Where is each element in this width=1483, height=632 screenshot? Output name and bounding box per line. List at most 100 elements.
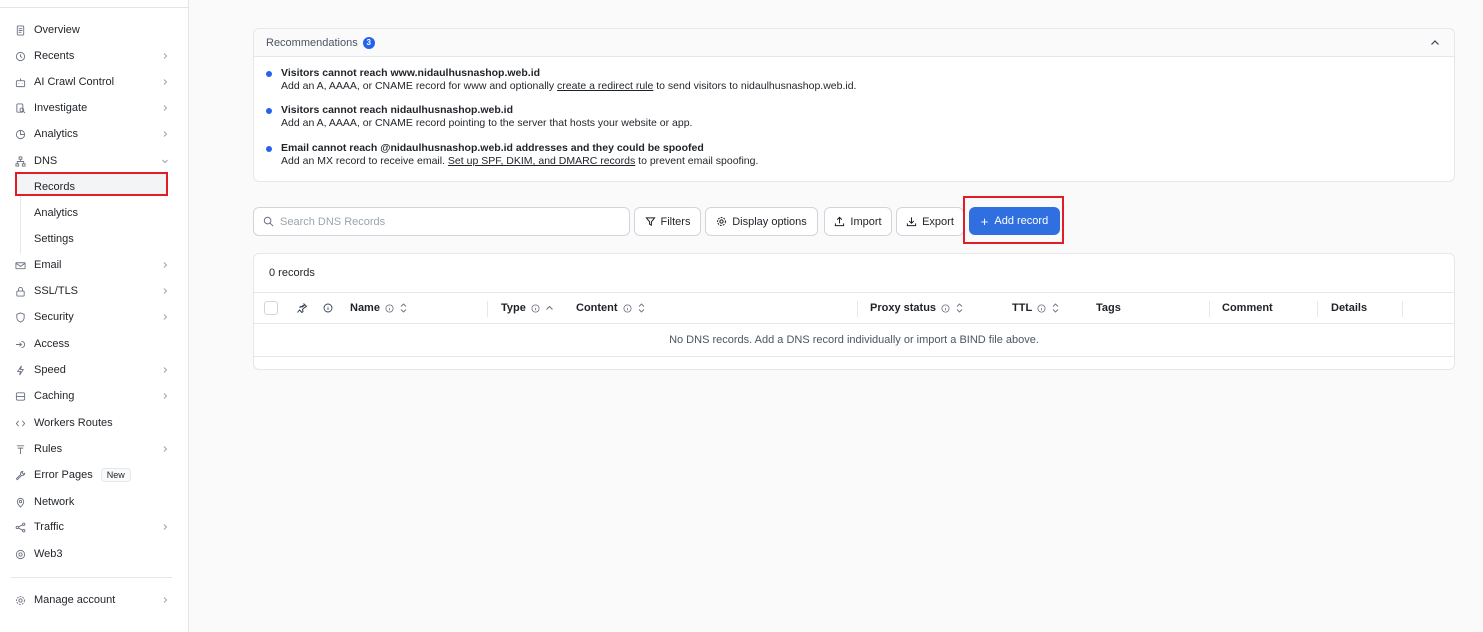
search-input[interactable] xyxy=(280,215,620,228)
sidebar-item-caching[interactable]: Caching xyxy=(10,384,178,408)
sidebar-item-recents[interactable]: Recents xyxy=(10,44,178,68)
sidebar-item-traffic[interactable]: Traffic xyxy=(10,515,178,539)
column-details[interactable]: Details xyxy=(1331,293,1367,323)
chart-icon xyxy=(10,129,30,140)
column-tags[interactable]: Tags xyxy=(1096,293,1121,323)
sidebar-item-email[interactable]: Email xyxy=(10,253,178,277)
import-button[interactable]: Import xyxy=(824,207,892,236)
sidebar-item-manage-account[interactable]: Manage account xyxy=(10,588,178,612)
sidebar-item-overview[interactable]: Overview xyxy=(10,18,178,42)
filters-button[interactable]: Filters xyxy=(634,207,701,236)
sidebar-item-rules[interactable]: Rules xyxy=(10,437,178,461)
export-button[interactable]: Export xyxy=(896,207,964,236)
chevron-right-icon xyxy=(163,262,168,268)
sidebar-item-speed[interactable]: Speed xyxy=(10,358,178,382)
chevron-right-icon xyxy=(163,53,168,59)
search-box[interactable] xyxy=(253,207,630,236)
records-count: 0 records xyxy=(269,267,315,279)
sidebar-item-label: Email xyxy=(34,259,62,271)
sidebar-item-web3[interactable]: Web3 xyxy=(10,542,178,566)
envelope-icon xyxy=(10,260,30,271)
column-label: Comment xyxy=(1222,302,1273,314)
column-content[interactable]: Content xyxy=(576,293,646,323)
info-icon[interactable] xyxy=(323,303,333,313)
description-text: to send visitors to nidaulhusnashop.web.… xyxy=(653,80,857,92)
info-icon xyxy=(531,303,540,313)
column-type[interactable]: Type xyxy=(501,293,554,323)
recommendation-item: Visitors cannot reach www.nidaulhusnasho… xyxy=(266,67,1416,93)
recommendations-header[interactable]: Recommendations 3 xyxy=(254,29,1454,57)
recommendation-title: Email cannot reach @nidaulhusnashop.web.… xyxy=(281,142,704,154)
column-proxy-status[interactable]: Proxy status xyxy=(870,293,964,323)
sidebar-subitem-settings[interactable]: Settings xyxy=(34,228,174,250)
column-ttl[interactable]: TTL xyxy=(1012,293,1060,323)
chevron-right-icon xyxy=(163,524,168,530)
column-separator xyxy=(1317,301,1318,317)
sidebar-item-access[interactable]: Access xyxy=(10,332,178,356)
sidebar-item-workers-routes[interactable]: Workers Routes xyxy=(10,411,178,435)
pin-icon[interactable] xyxy=(296,302,308,314)
wrench-icon xyxy=(10,470,30,481)
column-separator xyxy=(1209,301,1210,317)
dns-records-table: 0 records Name Type Content Proxy status xyxy=(253,253,1455,370)
chevron-right-icon xyxy=(163,79,168,85)
column-separator xyxy=(487,301,488,317)
add-record-label: Add record xyxy=(994,215,1049,227)
chevron-right-icon xyxy=(163,131,168,137)
info-icon xyxy=(941,303,950,313)
select-all-checkbox[interactable] xyxy=(264,301,278,315)
lightning-icon xyxy=(10,365,30,376)
info-icon xyxy=(623,303,632,313)
sidebar-item-label: Analytics xyxy=(34,128,79,140)
column-label: Tags xyxy=(1096,302,1121,314)
sort-icon xyxy=(638,303,644,313)
description-text: Add an A, AAAA, or CNAME record pointing… xyxy=(281,117,693,129)
code-icon xyxy=(10,418,30,429)
setup-spf-dkim-dmarc-link[interactable]: Set up SPF, DKIM, and DMARC records xyxy=(448,155,635,167)
sidebar-item-label: DNS xyxy=(34,155,58,167)
bullet-dot xyxy=(266,71,272,77)
recommendation-description: Add an A, AAAA, or CNAME record pointing… xyxy=(281,117,1416,130)
create-redirect-rule-link[interactable]: create a redirect rule xyxy=(557,80,653,92)
recommendations-title: Recommendations xyxy=(266,36,358,49)
column-label: Name xyxy=(350,302,380,314)
sidebar-item-ai-crawl-control[interactable]: AI Crawl Control xyxy=(10,70,178,94)
recommendation-description: Add an MX record to receive email. Set u… xyxy=(281,155,1416,168)
sidebar-item-ssl-tls[interactable]: SSL/TLS xyxy=(10,279,178,303)
sidebar-item-analytics[interactable]: Analytics xyxy=(10,122,178,146)
recommendations-count-badge: 3 xyxy=(362,36,375,49)
column-label: Content xyxy=(576,302,618,314)
sidebar-item-investigate[interactable]: Investigate xyxy=(10,96,178,120)
chevron-up-icon[interactable] xyxy=(1428,36,1442,50)
sidebar-item-label: Security xyxy=(34,311,74,323)
shield-icon xyxy=(10,311,30,323)
sidebar-subitem-analytics[interactable]: Analytics xyxy=(34,202,174,224)
column-label: Type xyxy=(501,302,526,314)
description-text: Add an A, AAAA, or CNAME record for www … xyxy=(281,80,558,92)
chevron-right-icon xyxy=(163,597,168,603)
gear-icon xyxy=(717,217,727,226)
sidebar-item-label: Recents xyxy=(34,50,75,62)
column-name[interactable]: Name xyxy=(350,293,408,323)
sidebar-item-dns[interactable]: DNS xyxy=(10,149,178,173)
recommendation-title: Visitors cannot reach nidaulhusnashop.we… xyxy=(281,104,514,116)
add-record-button[interactable]: + Add record xyxy=(969,207,1060,235)
sidebar-item-label: Manage account xyxy=(34,594,116,606)
column-comment[interactable]: Comment xyxy=(1222,293,1273,323)
chevron-right-icon xyxy=(163,393,168,399)
recommendation-item: Email cannot reach @nidaulhusnashop.web.… xyxy=(266,142,1416,168)
chevron-right-icon xyxy=(163,105,168,111)
column-label: Details xyxy=(1331,302,1368,314)
sidebar-item-label: Error Pages xyxy=(34,469,93,481)
display-options-label: Display options xyxy=(732,215,807,228)
sidebar-subitem-records[interactable]: Records xyxy=(34,176,174,198)
clock-icon xyxy=(10,51,30,62)
sidebar-item-label: SSL/TLS xyxy=(34,285,79,297)
sidebar-top-divider xyxy=(0,7,188,8)
sidebar-item-security[interactable]: Security xyxy=(10,305,178,329)
description-text: Add an MX record to receive email. xyxy=(281,155,448,167)
sidebar-item-error-pages[interactable]: Error Pages New xyxy=(10,463,178,487)
sidebar-item-network[interactable]: Network xyxy=(10,490,178,514)
display-options-button[interactable]: Display options xyxy=(705,207,818,236)
column-label: Proxy status xyxy=(870,302,937,314)
